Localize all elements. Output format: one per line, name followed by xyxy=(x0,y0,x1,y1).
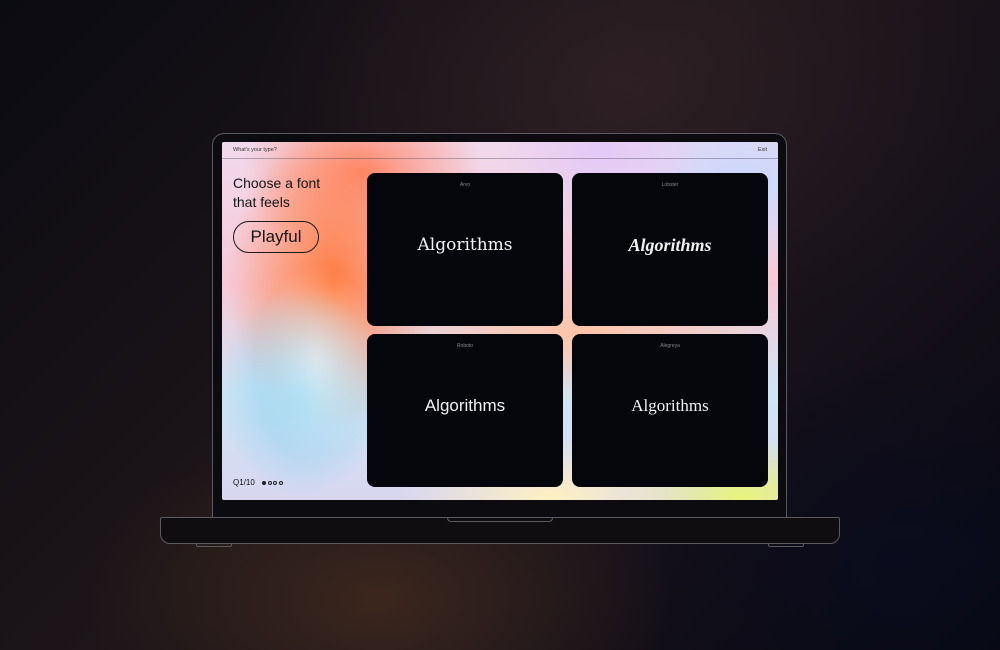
question-line-2: that feels xyxy=(233,194,290,210)
laptop-notch xyxy=(447,517,553,522)
exit-button[interactable]: Exit xyxy=(758,147,767,153)
font-option-card-arvo[interactable]: Arvo Algorithms xyxy=(367,173,563,326)
font-option-card-lobster[interactable]: Lobster Algorithms xyxy=(572,173,768,326)
question-counter: Q1/10 xyxy=(233,478,255,487)
font-name-label: Arvo xyxy=(459,182,471,188)
font-option-card-roboto[interactable]: Roboto Algorithms xyxy=(367,334,563,487)
app-screen: What's your type? Exit Choose a font tha… xyxy=(222,142,778,500)
font-sample-text: Algorithms xyxy=(417,235,513,255)
font-name-label: Lobster xyxy=(661,182,679,188)
app-title: What's your type? xyxy=(233,147,277,153)
font-sample-text: Algorithms xyxy=(628,235,712,255)
font-name-label: Roboto xyxy=(456,343,474,349)
progress-dot xyxy=(278,481,283,485)
laptop-foot-right xyxy=(768,543,804,547)
font-name-label: Alegreya xyxy=(660,343,680,349)
progress-dot xyxy=(273,481,277,485)
font-sample-text: Algorithms xyxy=(631,396,709,415)
laptop-foot-left xyxy=(196,543,232,547)
question-text: Choose a font that feels xyxy=(233,174,363,212)
font-sample-text: Algorithms xyxy=(424,396,506,415)
progress-dots xyxy=(262,481,283,485)
question-line-1: Choose a font xyxy=(233,175,321,191)
top-bar: What's your type? Exit xyxy=(222,142,778,159)
progress-dot xyxy=(262,481,266,485)
progress-dot xyxy=(267,481,272,485)
keyword-pill: Playful xyxy=(233,221,319,253)
font-option-card-alegreya[interactable]: Alegreya Algorithms xyxy=(572,334,768,487)
